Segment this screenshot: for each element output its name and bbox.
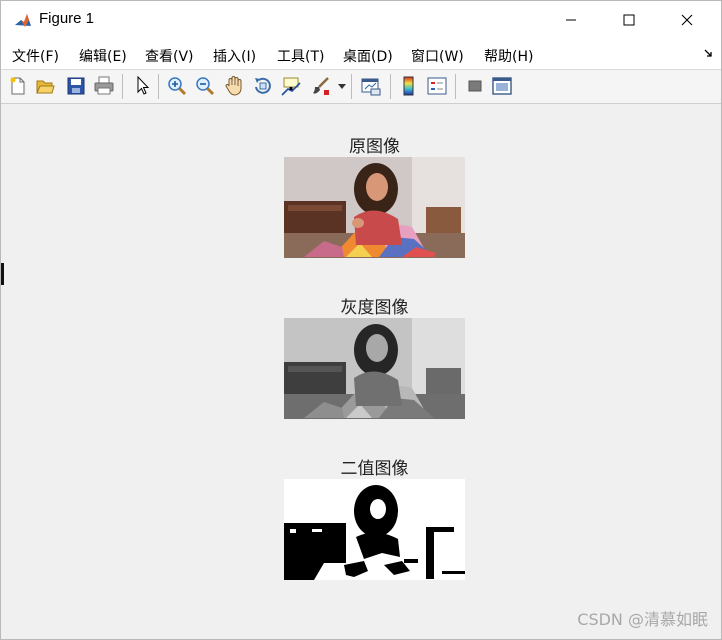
binary-image	[284, 479, 465, 580]
axes-title-binary: 二值图像	[340, 459, 409, 479]
minimize-icon	[566, 19, 576, 21]
brush-icon[interactable]	[310, 75, 332, 97]
grayscale-image	[284, 318, 465, 419]
menu-help[interactable]: 帮助(H)	[484, 46, 533, 66]
link-plot-icon[interactable]	[360, 75, 382, 97]
zoom-in-icon[interactable]	[166, 75, 188, 97]
axes-title-grayscale: 灰度图像	[340, 298, 409, 318]
watermark: CSDN @清慕如眠	[577, 610, 708, 629]
axes-title-original: 原图像	[349, 137, 400, 157]
menu-edit[interactable]: 编辑(E)	[79, 46, 127, 66]
data-cursor-icon[interactable]	[280, 75, 302, 97]
open-file-icon[interactable]	[34, 75, 56, 97]
toolbar-separator	[158, 74, 159, 99]
print-icon[interactable]	[93, 75, 115, 97]
close-icon	[681, 14, 693, 26]
maximize-icon	[623, 14, 635, 26]
menu-bar: 文件(F) 编辑(E) 查看(V) 插入(I) 工具(T) 桌面(D) 窗口(W…	[1, 39, 721, 70]
zoom-out-icon[interactable]	[194, 75, 216, 97]
window-title: Figure 1	[39, 10, 95, 27]
toolbar-separator	[122, 74, 123, 99]
menu-desktop[interactable]: 桌面(D)	[343, 46, 393, 66]
axes-grayscale[interactable]: 灰度图像	[284, 290, 465, 420]
toolbar-separator	[455, 74, 456, 99]
axes-binary[interactable]: 二值图像	[284, 451, 465, 581]
show-plot-tools-icon[interactable]	[491, 75, 513, 97]
pan-hand-icon[interactable]	[223, 75, 245, 97]
menu-window[interactable]: 窗口(W)	[411, 46, 464, 66]
hide-plot-tools-icon[interactable]	[464, 75, 486, 97]
menu-tools[interactable]: 工具(T)	[277, 46, 324, 66]
original-image	[284, 157, 465, 258]
rotate-3d-icon[interactable]	[252, 75, 274, 97]
axes-original[interactable]: 原图像	[284, 129, 465, 259]
pointer-icon[interactable]	[132, 75, 154, 97]
dock-arrow-icon[interactable]	[704, 49, 713, 58]
colorbar-icon[interactable]	[398, 75, 420, 97]
legend-icon[interactable]	[426, 75, 448, 97]
matlab-logo-icon	[13, 11, 33, 31]
brush-dropdown-icon[interactable]	[338, 84, 346, 90]
toolbar-separator	[390, 74, 391, 99]
figure-toolbar	[1, 70, 721, 104]
toolbar-separator	[351, 74, 352, 99]
menu-view[interactable]: 查看(V)	[145, 46, 194, 66]
maximize-button[interactable]	[600, 1, 658, 39]
save-icon[interactable]	[65, 75, 87, 97]
window-edge-mark	[1, 263, 4, 285]
title-bar[interactable]: Figure 1	[1, 1, 721, 39]
close-button[interactable]	[658, 1, 716, 39]
new-figure-icon[interactable]	[7, 75, 29, 97]
minimize-button[interactable]	[542, 1, 600, 39]
figure-window: Figure 1 文件(F) 编辑(E) 查看(V) 插入(I) 工具(T) 桌…	[0, 0, 722, 640]
menu-insert[interactable]: 插入(I)	[213, 46, 256, 66]
menu-file[interactable]: 文件(F)	[12, 46, 59, 66]
